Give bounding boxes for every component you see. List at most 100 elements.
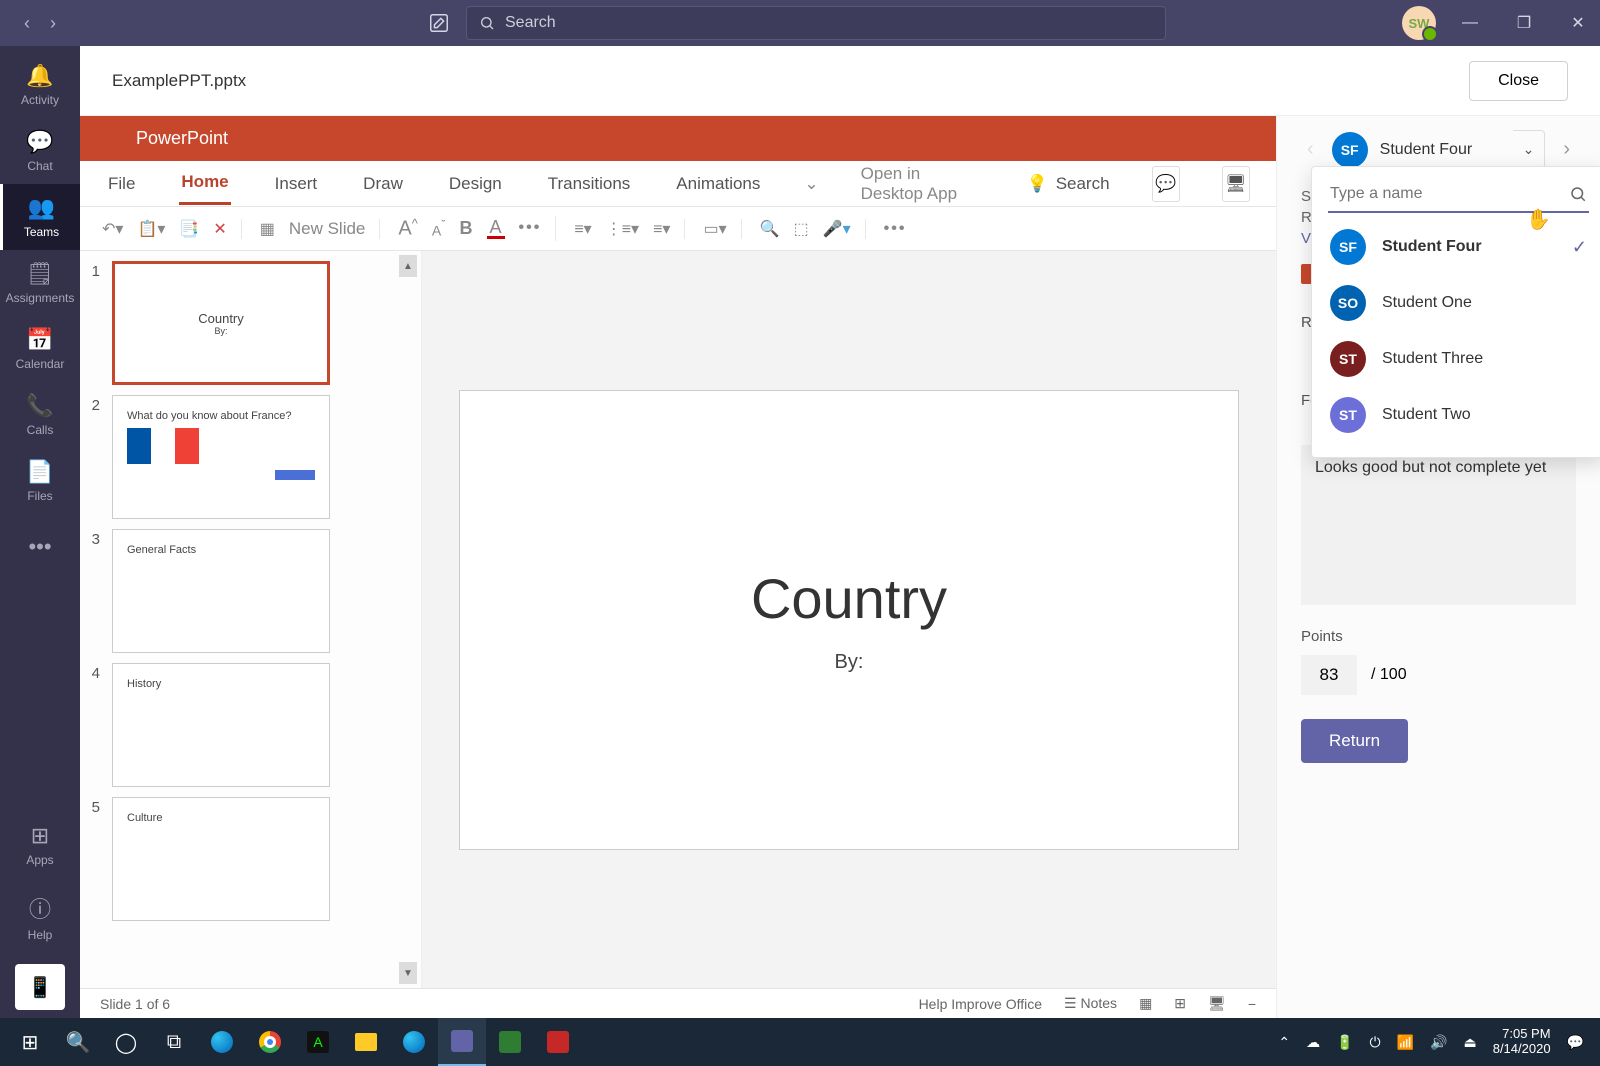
decrease-font-button[interactable]: Aˇ [432,217,446,240]
comments-button[interactable]: 💬 [1152,166,1180,202]
forward-button[interactable]: › [50,13,56,34]
tab-insert[interactable]: Insert [273,164,320,204]
numbering-button[interactable]: ⋮≡▾ [606,219,639,239]
new-slide-button[interactable]: New Slide [289,219,366,239]
back-button[interactable]: ‹ [24,13,30,34]
undo-button[interactable]: ↶▾ [102,219,123,239]
taskbar-app-a[interactable]: A [294,1018,342,1066]
prev-student-button[interactable]: ‹ [1301,132,1320,167]
start-button[interactable]: ⊞ [6,1018,54,1066]
view-sorter-icon[interactable]: ⊞ [1174,995,1186,1012]
thumb-slide-5[interactable]: 5 Culture [86,797,403,921]
ribbon-more-icon[interactable]: ⌄ [804,174,818,194]
taskbar-chrome[interactable] [246,1018,294,1066]
taskbar-snagit[interactable] [534,1018,582,1066]
thumb-scroll-down[interactable]: ▼ [399,962,417,984]
open-in-desktop-button[interactable]: Open in Desktop App [861,164,985,204]
toolbar-overflow[interactable]: ••• [884,220,907,238]
rail-apps[interactable]: ⊞Apps [0,812,80,878]
slide-thumbnails[interactable]: ▲ 1 CountryBy: 2 What do you know about … [80,251,422,988]
taskbar-camtasia[interactable] [486,1018,534,1066]
rail-calls[interactable]: 📞Calls [0,382,80,448]
tray-power-icon[interactable]: ⏻ [1370,1034,1381,1051]
compose-icon[interactable] [428,12,450,34]
font-color-button[interactable]: A [487,217,505,239]
current-student-name: Student Four [1380,141,1473,159]
shapes-button[interactable]: ▭▾ [703,219,726,239]
task-view-icon[interactable]: ⧉ [150,1018,198,1066]
zoom-out-icon[interactable]: − [1248,996,1256,1012]
student-search-input[interactable] [1330,185,1569,203]
dd-student-three[interactable]: ST Student Three [1312,331,1600,387]
tab-file[interactable]: File [106,164,137,204]
thumb-slide-4[interactable]: 4 History [86,663,403,787]
close-button[interactable]: Close [1469,61,1568,101]
dd-student-two[interactable]: ST Student Two [1312,387,1600,443]
tab-design[interactable]: Design [447,164,504,204]
slide-canvas[interactable]: Country By: [422,251,1276,988]
taskbar-search-icon[interactable]: 🔍 [54,1018,102,1066]
tray-usb-icon[interactable]: ⏏ [1463,1034,1476,1051]
tab-draw[interactable]: Draw [361,164,405,204]
tab-home[interactable]: Home [179,162,230,205]
help-improve-link[interactable]: Help Improve Office [919,996,1042,1012]
font-more-button[interactable]: ••• [519,219,542,237]
student-dropdown-toggle[interactable]: ⌄ [1513,130,1546,169]
tray-volume-icon[interactable]: 🔊 [1430,1034,1447,1051]
bold-button[interactable]: B [460,218,473,239]
cortana-icon[interactable]: ◯ [102,1018,150,1066]
dictate-button[interactable]: 🎤▾ [823,219,851,239]
tab-animations[interactable]: Animations [674,164,762,204]
delete-button[interactable]: ✕ [213,219,226,239]
current-slide[interactable]: Country By: [459,390,1239,850]
dd-student-one[interactable]: SO Student One [1312,275,1600,331]
thumb-slide-2[interactable]: 2 What do you know about France? [86,395,403,519]
global-search-input[interactable]: Search [466,6,1166,40]
rail-assignments[interactable]: 🗒Assignments [0,250,80,316]
bullets-button[interactable]: ≡▾ [574,219,591,239]
taskbar-edge2[interactable] [390,1018,438,1066]
tray-wifi-icon[interactable]: 📶 [1397,1034,1414,1051]
tray-battery-icon[interactable]: 🔋 [1336,1034,1353,1051]
next-student-button[interactable]: › [1557,132,1576,167]
view-normal-icon[interactable]: ▦ [1139,995,1152,1012]
paste-button[interactable]: 📋▾ [137,219,165,239]
tab-transitions[interactable]: Transitions [546,164,633,204]
points-input[interactable] [1301,655,1357,695]
dd-student-four[interactable]: SF Student Four ✓ [1312,219,1600,275]
increase-font-button[interactable]: A^ [398,216,417,240]
rail-calendar[interactable]: 📅Calendar [0,316,80,382]
taskbar-edge[interactable] [198,1018,246,1066]
align-button[interactable]: ≡▾ [653,219,670,239]
maximize-button[interactable]: ❐ [1514,13,1534,33]
thumb-slide-3[interactable]: 3 General Facts [86,529,403,653]
view-slideshow-icon[interactable]: 🖥 [1208,995,1226,1012]
rail-files[interactable]: 📄Files [0,448,80,514]
tray-notifications-icon[interactable]: 💬 [1567,1034,1584,1051]
return-button[interactable]: Return [1301,719,1408,763]
rail-more[interactable]: ••• [0,514,80,580]
minimize-button[interactable]: ― [1460,13,1480,33]
tray-onedrive-icon[interactable]: ☁ [1306,1034,1320,1051]
tray-clock[interactable]: 7:05 PM 8/14/2020 [1493,1027,1551,1057]
rail-teams[interactable]: 👥Teams [0,184,80,250]
rail-chat[interactable]: 💬Chat [0,118,80,184]
rail-activity[interactable]: 🔔Activity [0,52,80,118]
thumb-scroll-up[interactable]: ▲ [399,255,417,277]
feedback-textarea[interactable] [1301,445,1576,605]
copy-button[interactable]: 📑 [179,219,199,239]
rail-help[interactable]: ⓘHelp [0,884,80,950]
taskbar-teams[interactable] [438,1018,486,1066]
notes-toggle[interactable]: ☰ Notes [1064,995,1117,1012]
tray-expand-icon[interactable]: ⌃ [1278,1034,1290,1051]
taskbar-file-explorer[interactable] [342,1018,390,1066]
search-icon[interactable] [1569,185,1587,203]
profile-avatar[interactable]: SW [1402,6,1436,40]
find-button[interactable]: 🔍 [760,219,780,239]
thumb-slide-1[interactable]: 1 CountryBy: [86,261,403,385]
close-window-button[interactable]: ✕ [1568,13,1588,33]
present-button[interactable]: 🖥 [1222,166,1250,202]
mobile-companion-button[interactable]: 📱 [15,964,65,1010]
designer-button[interactable]: ⬚ [794,219,809,239]
tell-me-search[interactable]: 💡 Search [1027,174,1110,194]
